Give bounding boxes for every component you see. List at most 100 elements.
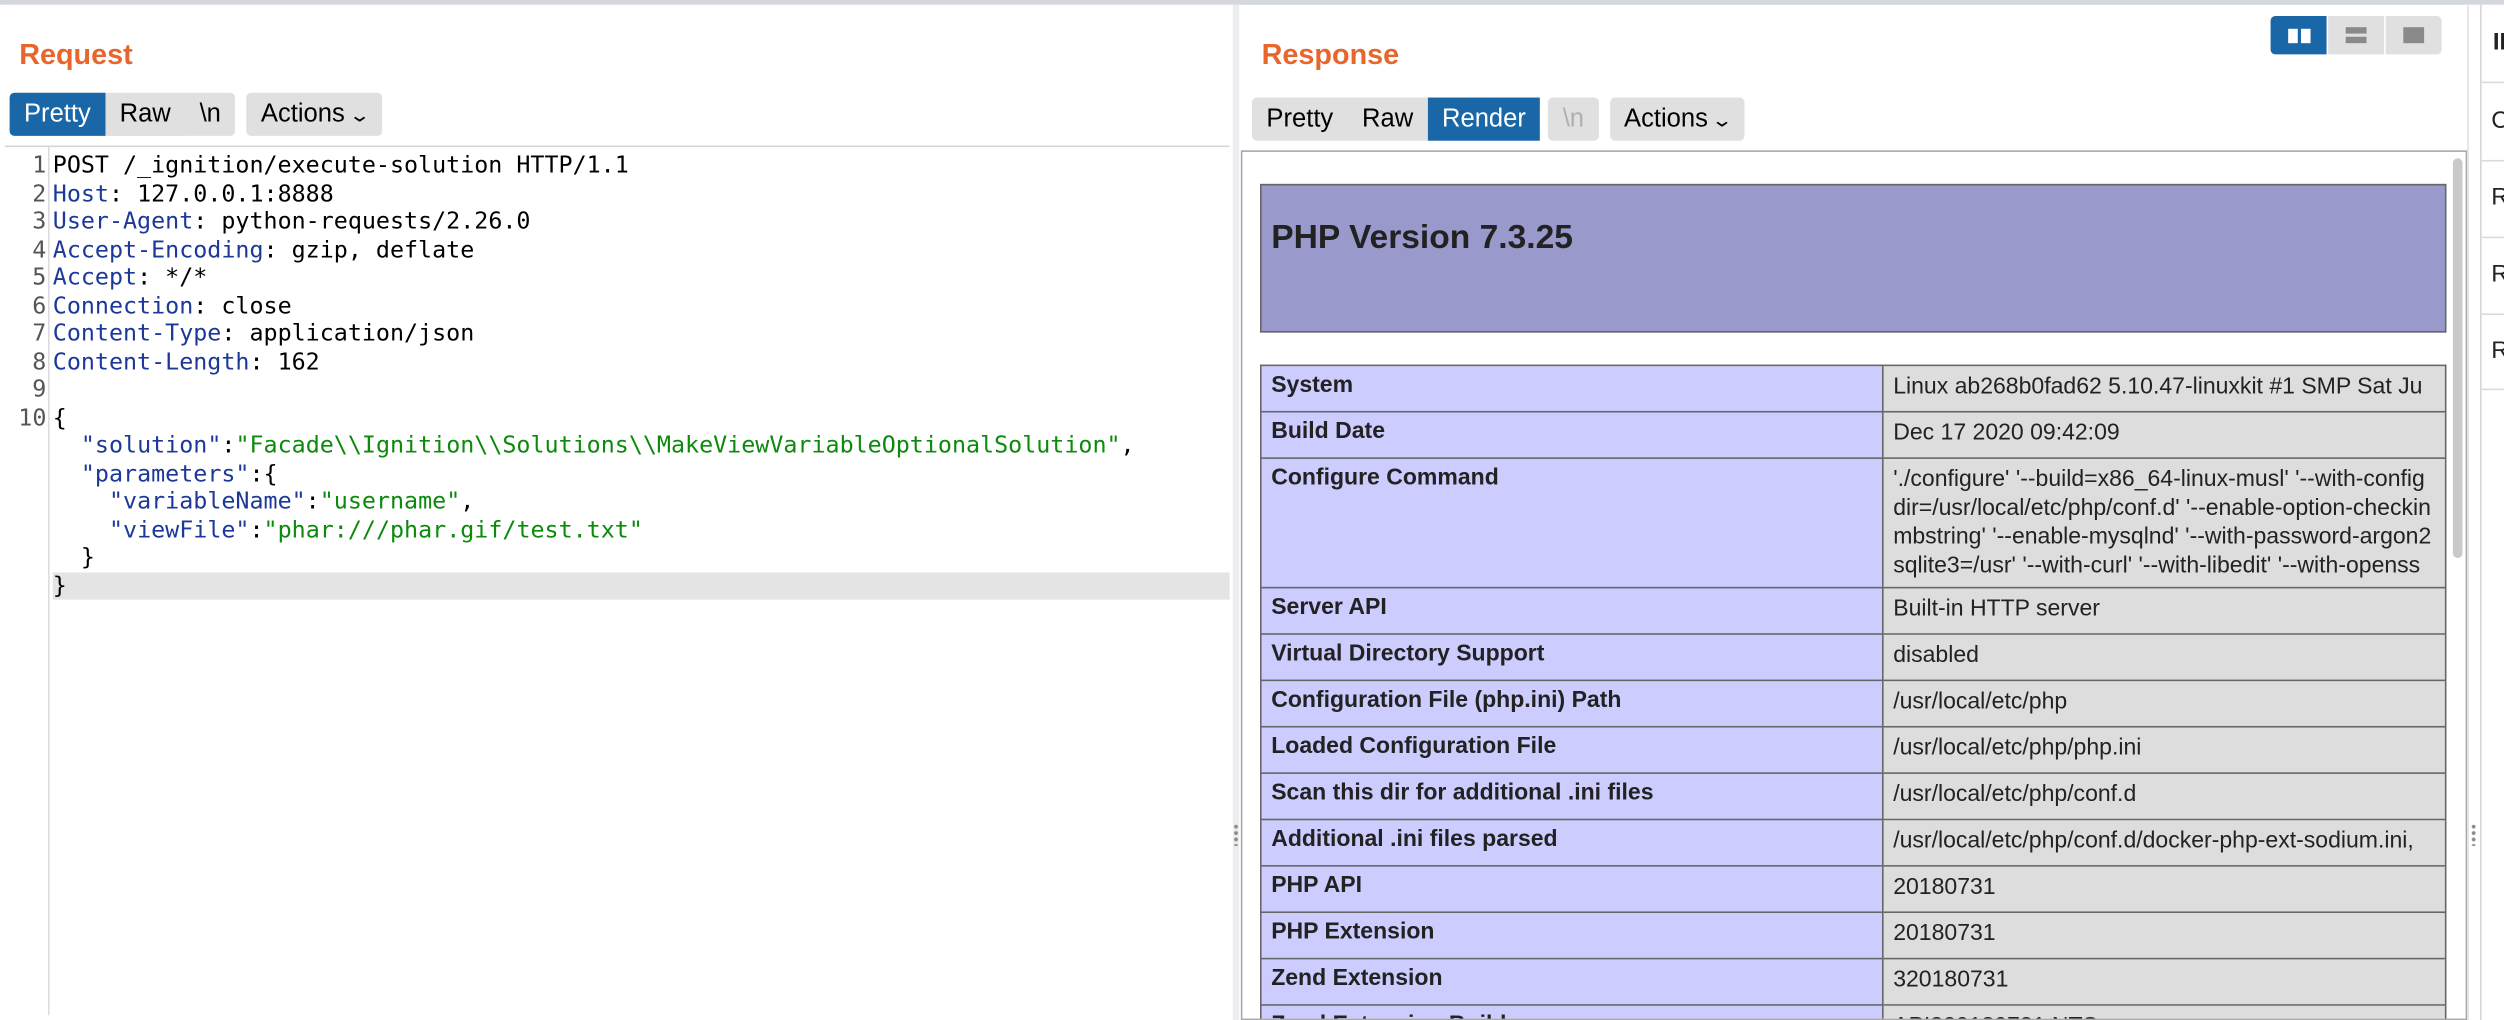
drag-handle-icon bbox=[2470, 823, 2477, 846]
table-value-multiline: './configure' '--build=x86_64-linux-musl… bbox=[1882, 457, 2447, 589]
layout-toggle bbox=[2270, 15, 2444, 55]
table-value: Linux ab268b0fad62 5.10.47-linuxkit #1 S… bbox=[1882, 364, 2447, 413]
layout-side-by-side-button[interactable] bbox=[2270, 15, 2327, 55]
request-editor[interactable]: 1 2 3 4 5 6 7 8 9 10 POST /_ignition/exe… bbox=[4, 145, 1230, 1016]
header-line: User-Agent: python-requests/2.26.0 bbox=[52, 207, 531, 236]
request-view-tabs: Pretty Raw \n Actions ⌄ bbox=[9, 92, 382, 136]
divider bbox=[2481, 388, 2504, 391]
pane-splitter[interactable] bbox=[1232, 4, 1240, 1020]
request-line: POST /_ignition/execute-solution HTTP/1.… bbox=[52, 151, 629, 180]
request-actions-dropdown[interactable]: Actions ⌄ bbox=[246, 92, 382, 136]
phpinfo-header: PHP Version 7.3.25 bbox=[1260, 183, 2447, 333]
response-tab-newline[interactable]: \n bbox=[1548, 97, 1599, 141]
line-number: 5 bbox=[32, 263, 47, 292]
table-label: Build Date bbox=[1260, 410, 1884, 459]
json-line: "viewFile":"phar:///phar.gif/test.txt" bbox=[108, 515, 643, 543]
response-view-tabs: Pretty Raw Render \n Actions ⌄ bbox=[1252, 97, 1745, 141]
table-row: System Linux ab268b0fad62 5.10.47-linuxki… bbox=[1260, 364, 2447, 413]
table-value: Built-in HTTP server bbox=[1882, 586, 2447, 635]
request-title: Request bbox=[19, 38, 133, 71]
table-label: Additional .ini files parsed bbox=[1260, 818, 1884, 867]
table-row: Server API Built-in HTTP server bbox=[1260, 586, 2447, 635]
drag-handle-icon bbox=[1232, 823, 1240, 846]
table-value: 20180731 bbox=[1882, 865, 2447, 914]
response-actions-label: Actions bbox=[1624, 105, 1708, 133]
divider bbox=[2481, 313, 2504, 316]
table-value: 320180731 bbox=[1882, 957, 2447, 1006]
table-label: PHP Extension bbox=[1260, 911, 1884, 960]
request-tab-pretty[interactable]: Pretty bbox=[9, 92, 106, 136]
header-line: Accept: */* bbox=[52, 263, 208, 292]
table-row: Build Date Dec 17 2020 09:42:09 bbox=[1260, 410, 2447, 459]
json-line: } bbox=[80, 543, 95, 571]
request-tab-raw[interactable]: Raw bbox=[105, 92, 186, 136]
response-actions-dropdown[interactable]: Actions ⌄ bbox=[1609, 97, 1745, 141]
inspector-title: IN bbox=[2492, 28, 2504, 56]
sidebar-item[interactable]: R bbox=[2491, 261, 2504, 288]
table-label: System bbox=[1260, 364, 1884, 413]
json-line: "variableName":"username", bbox=[108, 487, 475, 515]
line-number: 1 bbox=[32, 151, 47, 180]
header-line: Accept-Encoding: gzip, deflate bbox=[52, 235, 475, 264]
rows-icon bbox=[2345, 27, 2367, 44]
divider bbox=[2481, 236, 2504, 239]
single-pane-icon bbox=[2403, 27, 2425, 44]
chevron-down-icon: ⌄ bbox=[1711, 108, 1734, 132]
header-line: Connection: close bbox=[52, 291, 292, 320]
table-value: Dec 17 2020 09:42:09 bbox=[1882, 410, 2447, 459]
table-value: /usr/local/etc/php/conf.d/docker-php-ext… bbox=[1882, 818, 2447, 867]
json-line: "parameters":{ bbox=[80, 459, 278, 487]
sidebar-item[interactable]: C bbox=[2491, 107, 2504, 134]
layout-single-button[interactable] bbox=[2385, 15, 2442, 55]
table-value: /usr/local/etc/php/php.ini bbox=[1882, 725, 2447, 774]
table-row: Additional .ini files parsed/usr/local/e… bbox=[1260, 818, 2447, 867]
php-version-title: PHP Version 7.3.25 bbox=[1271, 219, 1573, 256]
sidebar-item[interactable]: R bbox=[2491, 184, 2504, 211]
table-label: Configuration File (php.ini) Path bbox=[1260, 679, 1884, 728]
line-number: 3 bbox=[32, 207, 47, 236]
response-tab-pretty[interactable]: Pretty bbox=[1252, 97, 1348, 141]
line-number: 8 bbox=[32, 347, 47, 375]
table-row: Zend Extension BuildAPI320180731,NTS bbox=[1260, 1004, 2447, 1019]
line-number: 6 bbox=[32, 291, 47, 320]
body-line: { bbox=[52, 403, 67, 431]
line-number: 9 bbox=[32, 375, 47, 403]
table-value: 20180731 bbox=[1882, 911, 2447, 960]
sidebar-splitter[interactable] bbox=[2467, 4, 2481, 1020]
layout-stacked-button[interactable] bbox=[2328, 15, 2385, 55]
response-tab-render[interactable]: Render bbox=[1427, 97, 1541, 141]
table-row: Configuration File (php.ini) Path/usr/lo… bbox=[1260, 679, 2447, 728]
table-label: Loaded Configuration File bbox=[1260, 725, 1884, 774]
line-number: 4 bbox=[32, 235, 47, 264]
columns-icon bbox=[2287, 27, 2310, 43]
table-row: Loaded Configuration File/usr/local/etc/… bbox=[1260, 725, 2447, 774]
header-line: Content-Length: 162 bbox=[52, 347, 320, 375]
response-tab-raw[interactable]: Raw bbox=[1347, 97, 1428, 141]
table-row: Configure Command './configure' '--build=… bbox=[1260, 457, 2447, 589]
line-number: 2 bbox=[32, 179, 47, 208]
request-actions-label: Actions bbox=[260, 100, 345, 128]
json-line: "solution":"Facade\\Ignition\\Solutions\… bbox=[80, 431, 1135, 459]
header-line: Host: 127.0.0.1:8888 bbox=[52, 179, 334, 208]
divider bbox=[2481, 159, 2504, 162]
table-label: Configure Command bbox=[1260, 457, 1884, 589]
request-tab-newline[interactable]: \n bbox=[185, 92, 236, 136]
table-label: PHP API bbox=[1260, 865, 1884, 914]
phpinfo-table: System Linux ab268b0fad62 5.10.47-linuxki… bbox=[1260, 364, 2447, 1019]
inspector-sidebar: IN C R R R bbox=[2480, 4, 2504, 1020]
header-line: Content-Type: application/json bbox=[52, 319, 475, 347]
sidebar-item[interactable]: R bbox=[2491, 337, 2504, 364]
table-value: disabled bbox=[1882, 633, 2447, 682]
table-row: Scan this dir for additional .ini files /… bbox=[1260, 772, 2447, 821]
table-label: Server API bbox=[1260, 586, 1884, 635]
table-label: Zend Extension Build bbox=[1260, 1004, 1884, 1019]
chevron-down-icon: ⌄ bbox=[347, 103, 371, 127]
response-title: Response bbox=[1261, 38, 1400, 71]
table-value: API320180731,NTS bbox=[1882, 1004, 2447, 1019]
rendered-response[interactable]: PHP Version 7.3.25 System Linux ab268b0fa… bbox=[1240, 150, 2468, 1020]
scrollbar[interactable] bbox=[2452, 158, 2463, 559]
line-number: 7 bbox=[32, 319, 47, 347]
line-number: 10 bbox=[18, 403, 47, 431]
json-line-current: } bbox=[52, 571, 1230, 600]
